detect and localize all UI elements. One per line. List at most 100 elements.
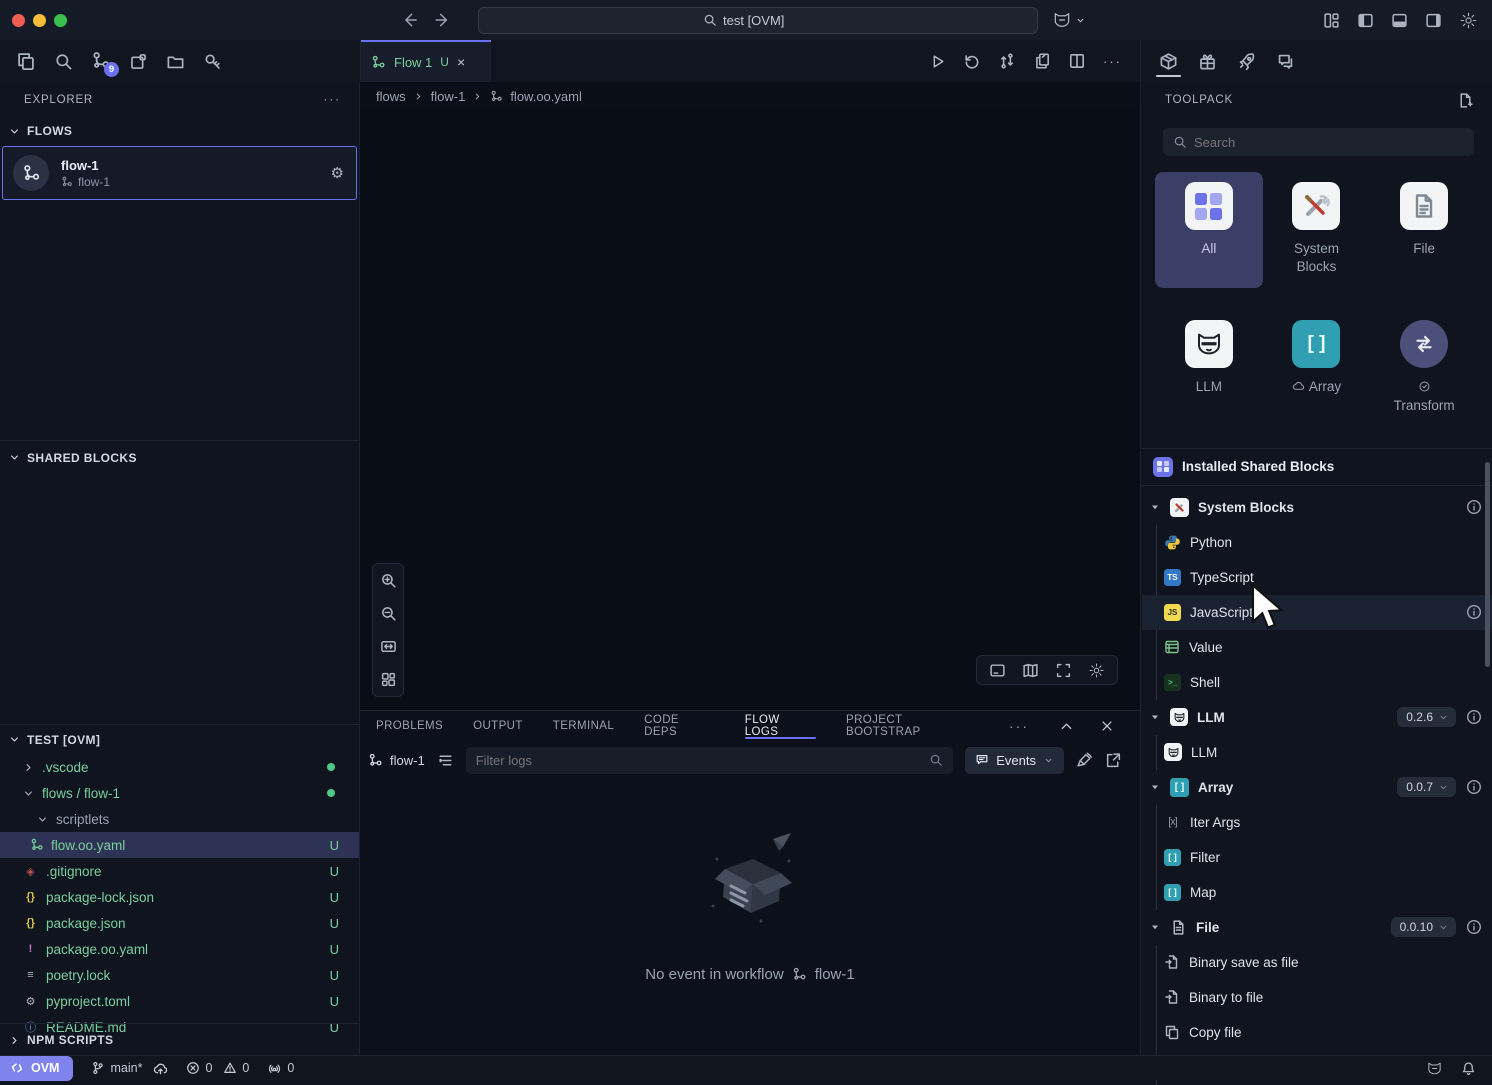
shared-blocks-section-header[interactable]: SHARED BLOCKS: [0, 440, 359, 466]
block-item-map[interactable]: [ ] Map: [1157, 875, 1492, 910]
toggle-secondary-sidebar-icon[interactable]: [1425, 12, 1442, 29]
zoom-out-icon[interactable]: [380, 605, 397, 622]
notifications-bell-icon[interactable]: [1461, 1061, 1476, 1076]
block-item-shell[interactable]: >_ Shell: [1157, 665, 1492, 700]
remote-indicator[interactable]: OVM: [0, 1056, 73, 1081]
problems-status[interactable]: 0 0: [186, 1061, 249, 1075]
minimize-window-button[interactable]: [33, 14, 46, 27]
new-toolpack-icon[interactable]: [1457, 92, 1474, 109]
group-llm[interactable]: LLM 0.2.6: [1141, 700, 1492, 735]
mascot-cat-icon[interactable]: [1426, 1060, 1443, 1077]
flows-view-icon[interactable]: 9: [91, 51, 111, 71]
tab-project-bootstrap[interactable]: PROJECT BOOTSTRAP: [846, 711, 979, 741]
tab-output[interactable]: OUTPUT: [473, 711, 523, 741]
blocks-view-icon[interactable]: [129, 52, 148, 71]
filter-logs-box[interactable]: [466, 747, 954, 774]
panel-more-icon[interactable]: ···: [1009, 718, 1029, 734]
file-row-scriptlets[interactable]: scriptlets: [0, 806, 359, 832]
tab-code-deps[interactable]: CODE DEPS: [644, 711, 715, 741]
block-item-binary-save-as-file[interactable]: Binary save as file: [1157, 945, 1492, 980]
file-row-vscode[interactable]: .vscode: [0, 754, 359, 780]
explorer-icon[interactable]: [16, 51, 36, 71]
rerun-icon[interactable]: [963, 52, 981, 70]
group-file[interactable]: File 0.0.10: [1141, 910, 1492, 945]
explorer-more-icon[interactable]: ···: [324, 94, 342, 106]
file-row-package-oo-yaml[interactable]: ! package.oo.yamlU: [0, 936, 359, 962]
info-icon[interactable]: [1466, 604, 1482, 620]
tile-array[interactable]: [ ] Array: [1263, 310, 1371, 427]
git-branch-status[interactable]: main*: [91, 1061, 168, 1076]
tab-flow-1[interactable]: Flow 1 U ×: [361, 40, 491, 82]
tile-transform[interactable]: Transform: [1370, 310, 1478, 427]
export-logs-icon[interactable]: [1105, 752, 1122, 769]
file-row-package-json[interactable]: {} package.jsonU: [0, 910, 359, 936]
breadcrumb-flows[interactable]: flows: [376, 89, 406, 104]
panel-scrollbar[interactable]: [1485, 462, 1490, 667]
compare-changes-icon[interactable]: [998, 52, 1016, 70]
block-item-binary-to-file[interactable]: Binary to file: [1157, 980, 1492, 1015]
info-icon[interactable]: [1466, 919, 1482, 935]
marketplace-tab-icon[interactable]: [1198, 40, 1217, 82]
toggle-panel-icon[interactable]: [1391, 12, 1408, 29]
close-window-button[interactable]: [12, 14, 25, 27]
folder-view-icon[interactable]: [166, 52, 185, 71]
fit-view-icon[interactable]: [380, 638, 397, 655]
nav-forward-icon[interactable]: [434, 11, 452, 29]
file-row-flows-flow-1[interactable]: flows / flow-1: [0, 780, 359, 806]
tab-flow-logs[interactable]: FLOW LOGS: [745, 711, 816, 741]
array-version-dropdown[interactable]: 0.0.7: [1397, 777, 1456, 797]
split-editor-icon[interactable]: [1068, 52, 1086, 70]
breadcrumb-flow-1[interactable]: flow-1: [431, 89, 466, 104]
file-row-pyproject-toml[interactable]: ⚙ pyproject.tomlU: [0, 988, 359, 1014]
more-actions-icon[interactable]: ···: [1103, 54, 1122, 69]
block-item-javascript[interactable]: JS JavaScript: [1142, 595, 1492, 630]
block-item-python[interactable]: Python: [1157, 525, 1492, 560]
flow-list-item-flow-1[interactable]: flow-1 flow-1 ⚙: [2, 146, 357, 200]
export-icon[interactable]: [1033, 52, 1051, 70]
flows-section-header[interactable]: FLOWS: [0, 118, 359, 144]
minimap-icon[interactable]: [1022, 662, 1039, 679]
close-tab-icon[interactable]: ×: [457, 54, 465, 70]
keys-view-icon[interactable]: [203, 52, 222, 71]
filter-logs-input[interactable]: [476, 753, 922, 768]
block-item-typescript[interactable]: TS TypeScript: [1157, 560, 1492, 595]
auto-layout-icon[interactable]: [380, 671, 397, 688]
toggle-sidebar-icon[interactable]: [1357, 12, 1374, 29]
block-item-copy-file[interactable]: Copy file: [1157, 1015, 1492, 1050]
file-row-poetry-lock[interactable]: ≡ poetry.lockU: [0, 962, 359, 988]
search-view-icon[interactable]: [54, 52, 73, 71]
file-row-package-lock[interactable]: {} package-lock.jsonU: [0, 884, 359, 910]
toolpack-search-input[interactable]: [1194, 135, 1464, 150]
canvas-settings-gear-icon[interactable]: [1088, 662, 1105, 679]
block-item-iter-args[interactable]: [x] Iter Args: [1157, 805, 1492, 840]
maximize-panel-icon[interactable]: [1059, 719, 1074, 734]
block-item-filter[interactable]: [ ] Filter: [1157, 840, 1492, 875]
tab-problems[interactable]: PROBLEMS: [376, 711, 443, 741]
window-controls[interactable]: [12, 14, 67, 27]
file-row-flow-oo-yaml[interactable]: flow.oo.yamlU: [0, 832, 359, 858]
tile-file[interactable]: File: [1370, 172, 1478, 288]
npm-scripts-section-header[interactable]: NPM SCRIPTS: [0, 1023, 359, 1049]
run-flow-icon[interactable]: [929, 53, 946, 70]
breadcrumb-file[interactable]: flow.oo.yaml: [510, 89, 582, 104]
group-system-blocks[interactable]: System Blocks: [1141, 490, 1492, 525]
ports-status[interactable]: 0: [267, 1061, 294, 1076]
tile-llm[interactable]: LLM: [1155, 310, 1263, 427]
command-center-search[interactable]: [478, 7, 1038, 34]
tile-all[interactable]: All: [1155, 172, 1263, 288]
settings-gear-icon[interactable]: [1459, 11, 1478, 30]
fullscreen-icon[interactable]: [1055, 662, 1072, 679]
info-icon[interactable]: [1466, 499, 1482, 515]
toolpack-tab-icon[interactable]: [1159, 40, 1178, 82]
file-version-dropdown[interactable]: 0.0.10: [1391, 917, 1456, 937]
info-icon[interactable]: [1466, 779, 1482, 795]
info-icon[interactable]: [1466, 709, 1482, 725]
panel-toggle-icon[interactable]: [989, 662, 1006, 679]
flow-settings-gear-icon[interactable]: ⚙: [331, 164, 344, 182]
toolpack-search-box[interactable]: [1163, 128, 1474, 156]
file-row-gitignore[interactable]: ◈ .gitignoreU: [0, 858, 359, 884]
nav-back-icon[interactable]: [402, 11, 420, 29]
command-center-input[interactable]: [723, 13, 813, 28]
tab-terminal[interactable]: TERMINAL: [553, 711, 614, 741]
clear-logs-icon[interactable]: [1076, 752, 1093, 769]
